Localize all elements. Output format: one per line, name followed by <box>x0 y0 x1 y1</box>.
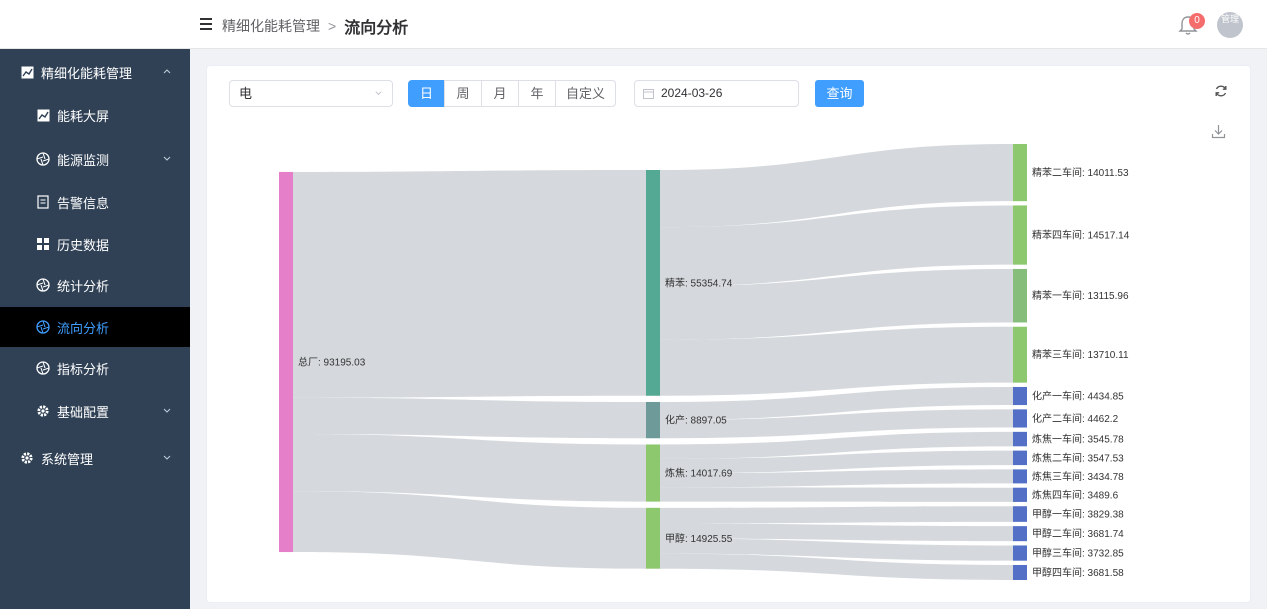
sidebar-item-flow-analysis[interactable]: 流向分析 <box>0 307 190 347</box>
sankey-node-label: 精苯四车间: 14517.14 <box>1032 229 1130 242</box>
sidebar-item-energy-screen[interactable]: 能耗大屏 <box>0 95 190 135</box>
sidebar-item-label: 历史数据 <box>57 237 110 253</box>
sankey-node[interactable] <box>646 507 660 569</box>
sankey-node[interactable] <box>1013 469 1027 484</box>
sankey-node[interactable] <box>1013 545 1027 561</box>
sankey-node[interactable] <box>646 444 660 502</box>
grid-icon <box>36 237 50 251</box>
chevron-down-icon <box>163 156 171 161</box>
sankey-node-label: 甲醇: 14925.55 <box>665 532 733 545</box>
line-chart-icon <box>36 108 50 122</box>
sankey-node-label: 甲醇三车间: 3732.85 <box>1032 547 1124 560</box>
sankey-node-label: 甲醇一车间: 3829.38 <box>1032 508 1124 521</box>
sankey-link <box>660 487 1013 502</box>
sankey-node-label: 精苯三车间: 13710.11 <box>1032 348 1129 361</box>
sankey-node[interactable] <box>1013 326 1027 383</box>
avatar[interactable]: 管理 <box>1217 12 1243 38</box>
sidebar-item-label: 精细化能耗管理 <box>41 65 133 81</box>
sidebar-item-label: 告警信息 <box>57 195 110 211</box>
sankey-node[interactable] <box>1013 268 1027 323</box>
hamburger-icon[interactable] <box>200 18 212 30</box>
sidebar-item-indicators[interactable]: 指标分析 <box>0 348 190 388</box>
sankey-node[interactable] <box>1013 431 1027 447</box>
sankey-node[interactable] <box>1013 450 1027 466</box>
sankey-node-label: 化产二车间: 4462.2 <box>1032 412 1119 425</box>
sankey-node-label: 甲醇四车间: 3681.58 <box>1032 566 1124 579</box>
sankey-node[interactable] <box>646 401 660 439</box>
sankey-link <box>293 397 646 439</box>
aperture-icon <box>36 361 50 375</box>
sankey-link <box>293 434 646 502</box>
sankey-link <box>293 491 646 569</box>
sidebar-item-energy-monitor[interactable]: 能源监测 <box>0 139 190 179</box>
sankey-node[interactable] <box>1013 205 1027 265</box>
sidebar-item-alarms[interactable]: 告警信息 <box>0 182 190 222</box>
sankey-chart: 总厂: 93195.03 精苯: 55354.74 化产: 8897.05 炼焦: 1… <box>279 144 1130 580</box>
sidebar-item-history[interactable]: 历史数据 <box>0 224 190 264</box>
sidebar-item-basic-config[interactable]: 基础配置 <box>0 391 190 431</box>
sankey-node[interactable] <box>1013 506 1027 522</box>
document-icon <box>36 195 50 209</box>
sankey-node-label: 精苯: 55354.74 <box>665 276 733 289</box>
sidebar-item-energy-mgmt[interactable]: 精细化能耗管理 <box>0 52 190 92</box>
sankey-node[interactable] <box>1013 564 1027 580</box>
chevron-down-icon <box>163 455 171 460</box>
sidebar-item-system-mgmt[interactable]: 系统管理 <box>0 438 190 478</box>
aperture-icon <box>36 152 50 166</box>
sankey-node[interactable] <box>279 171 293 553</box>
sankey-node-label: 化产: 8897.05 <box>665 414 727 427</box>
sankey-node[interactable] <box>1013 409 1027 428</box>
gear-icon <box>20 451 34 465</box>
breadcrumb-separator: > <box>328 18 337 34</box>
sankey-node-label: 炼焦四车间: 3489.6 <box>1032 488 1119 501</box>
breadcrumb-current: 流向分析 <box>344 20 409 37</box>
sankey-node[interactable] <box>646 170 660 396</box>
sidebar: 精细化能耗管理 能耗大屏 能源监测 告警信息 历史数据 统计分析 流向分析 指标… <box>0 49 190 609</box>
sidebar-item-label: 系统管理 <box>41 451 94 467</box>
sankey-node-label: 化产一车间: 4434.85 <box>1032 390 1124 403</box>
sidebar-item-label: 基础配置 <box>57 404 110 420</box>
notification-badge: 0 <box>1189 13 1205 29</box>
sankey-node[interactable] <box>1013 526 1027 542</box>
sankey-node[interactable] <box>1013 487 1027 502</box>
sankey-node-label: 炼焦三车间: 3434.78 <box>1032 470 1124 483</box>
sidebar-item-label: 指标分析 <box>57 361 110 377</box>
breadcrumb-parent[interactable]: 精细化能耗管理 <box>222 16 320 36</box>
breadcrumb: 精细化能耗管理 > 流向分析 <box>222 14 408 38</box>
sidebar-item-stats[interactable]: 统计分析 <box>0 265 190 305</box>
sankey-node[interactable] <box>1013 144 1027 202</box>
sankey-link <box>660 506 1013 524</box>
sankey-node-label: 精苯一车间: 13115.96 <box>1032 289 1129 302</box>
sidebar-item-label: 能源监测 <box>57 152 110 168</box>
chevron-up-icon <box>163 69 171 74</box>
sidebar-item-label: 能耗大屏 <box>57 108 110 124</box>
sankey-node-label: 总厂: 93195.03 <box>298 356 366 369</box>
sankey-node-label: 炼焦: 14017.69 <box>665 467 733 480</box>
chevron-down-icon <box>163 408 171 413</box>
sidebar-item-label: 统计分析 <box>57 278 110 294</box>
sankey-node-label: 炼焦二车间: 3547.53 <box>1032 451 1124 464</box>
sankey-node-label: 精苯二车间: 14011.53 <box>1032 166 1129 179</box>
flow-analysis-card: 电 日 周 月 年 自定义 2024-03-26 查询 总厂: 93195.03… <box>206 65 1251 603</box>
sankey-node-label: 甲醇二车间: 3681.74 <box>1032 527 1124 540</box>
gear-icon <box>36 404 50 418</box>
aperture-icon <box>36 320 50 334</box>
top-header: 精细化能耗管理 > 流向分析 0 管理 <box>0 0 1267 49</box>
aperture-icon <box>36 278 50 292</box>
sidebar-item-label: 流向分析 <box>57 320 110 336</box>
sankey-node-label: 炼焦一车间: 3545.78 <box>1032 433 1124 446</box>
line-chart-icon <box>20 65 34 79</box>
sankey-node[interactable] <box>1013 386 1027 406</box>
